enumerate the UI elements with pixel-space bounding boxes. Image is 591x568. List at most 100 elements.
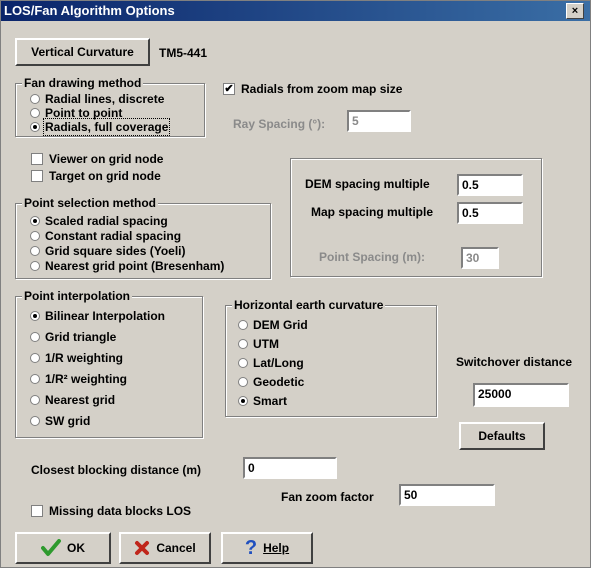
question-mark-icon: ? [244,537,258,559]
interp-radio-sw[interactable]: SW grid [30,414,90,428]
interp-option-label: Bilinear Interpolation [45,309,166,323]
radio-indicator [30,395,40,405]
point-radio-nearest[interactable]: Nearest grid point (Bresenham) [30,259,224,273]
hcurv-radio-latlong[interactable]: Lat/Long [238,356,304,370]
fan-zoom-label: Fan zoom factor [281,490,374,504]
interp-radio-grid-triangle[interactable]: Grid triangle [30,330,116,344]
vertical-curvature-label: Vertical Curvature [31,45,134,59]
point-selection-title: Point selection method [22,196,159,210]
missing-data-checkbox[interactable]: Missing data blocks LOS [31,504,191,518]
radio-indicator [30,416,40,426]
point-radio-scaled[interactable]: Scaled radial spacing [30,214,168,228]
radio-indicator [30,332,40,342]
hcurv-radio-utm[interactable]: UTM [238,337,279,351]
window-title: LOS/Fan Algorithm Options [4,3,175,18]
missing-data-label: Missing data blocks LOS [49,504,192,518]
radio-indicator [30,261,40,271]
horizontal-curvature-group: Horizontal earth curvature DEM Grid UTM … [225,298,437,417]
point-selection-group: Point selection method Scaled radial spa… [15,196,271,279]
hcurv-radio-geodetic[interactable]: Geodetic [238,375,304,389]
point-radio-constant[interactable]: Constant radial spacing [30,229,181,243]
checkbox-unchecked-icon [31,170,43,182]
switchover-input[interactable]: 25000 [473,383,569,407]
viewer-grid-label: Viewer on grid node [49,152,164,166]
cancel-label: Cancel [156,541,196,555]
fan-zoom-input[interactable]: 50 [399,484,495,506]
map-spacing-input[interactable]: 0.5 [457,202,523,224]
dem-spacing-input[interactable]: 0.5 [457,174,523,196]
point-option-label: Constant radial spacing [45,229,182,243]
cancel-button[interactable]: Cancel [119,532,211,564]
vertical-curvature-value: TM5-441 [159,46,208,60]
fan-radio-point-to-point[interactable]: Point to point [30,106,122,120]
radio-indicator [30,246,40,256]
point-radio-grid-sides[interactable]: Grid square sides (Yoeli) [30,244,185,258]
radio-indicator [30,353,40,363]
hcurv-option-label: Smart [253,394,288,408]
ok-label: OK [67,541,85,555]
hcurv-option-label: Geodetic [253,375,305,389]
checkbox-unchecked-icon [31,153,43,165]
fan-drawing-group: Fan drawing method Radial lines, discret… [15,76,205,137]
hcurv-radio-smart[interactable]: Smart [238,394,287,408]
radio-indicator [30,108,40,118]
point-spacing-label: Point Spacing (m): [319,250,425,264]
interp-radio-1r2[interactable]: 1/R² weighting [30,372,127,386]
ray-spacing-label: Ray Spacing (°): [233,117,326,131]
ok-button[interactable]: OK [15,532,111,564]
interp-option-label: Grid triangle [45,330,117,344]
radio-indicator [238,320,248,330]
interp-radio-bilinear[interactable]: Bilinear Interpolation [30,309,165,323]
radials-zoom-label: Radials from zoom map size [241,82,403,96]
help-button[interactable]: ? Help [221,532,313,564]
hcurv-option-label: UTM [253,337,279,351]
dialog-window: LOS/Fan Algorithm Options × Vertical Cur… [0,0,591,568]
fan-option-label: Radials, full coverage [42,118,171,136]
radio-indicator [238,358,248,368]
close-button[interactable]: × [566,3,584,19]
interp-option-label: SW grid [45,414,91,428]
switchover-label: Switchover distance [456,355,573,369]
point-option-label: Grid square sides (Yoeli) [45,244,186,258]
map-spacing-label: Map spacing multiple [311,205,434,219]
ray-spacing-input[interactable]: 5 [347,110,411,132]
horizontal-curvature-title: Horizontal earth curvature [232,298,386,312]
interp-radio-nearest[interactable]: Nearest grid [30,393,115,407]
interp-radio-1r[interactable]: 1/R weighting [30,351,123,365]
closest-blocking-input[interactable]: 0 [243,457,337,479]
radio-indicator-selected [238,396,248,406]
radials-zoom-checkbox[interactable]: ✔ Radials from zoom map size [223,82,402,96]
hcurv-radio-dem-grid[interactable]: DEM Grid [238,318,308,332]
checkbox-checked-icon: ✔ [223,83,235,95]
vertical-curvature-button[interactable]: Vertical Curvature [15,38,150,66]
fan-option-label: Radial lines, discrete [45,92,165,106]
target-grid-label: Target on grid node [49,169,161,183]
radio-indicator [238,339,248,349]
x-icon [135,541,150,555]
dem-spacing-label: DEM spacing multiple [305,177,430,191]
defaults-label: Defaults [478,429,526,443]
radio-indicator-selected [30,122,40,132]
interp-option-label: Nearest grid [45,393,116,407]
radio-indicator-selected [30,216,40,226]
radio-indicator [30,374,40,384]
interp-option-label: 1/R weighting [45,351,123,365]
closest-blocking-label: Closest blocking distance (m) [31,463,202,477]
spacing-group: DEM spacing multiple 0.5 Map spacing mul… [290,158,542,277]
check-icon [41,539,61,556]
help-label: Help [263,541,290,555]
viewer-grid-checkbox[interactable]: Viewer on grid node [31,152,163,166]
fan-option-label: Point to point [45,106,123,120]
hcurv-option-label: DEM Grid [253,318,308,332]
point-interpolation-title: Point interpolation [22,289,132,303]
radio-indicator [30,94,40,104]
defaults-button[interactable]: Defaults [459,422,545,450]
hcurv-option-label: Lat/Long [253,356,304,370]
fan-drawing-title: Fan drawing method [22,76,144,90]
fan-radio-radial-lines[interactable]: Radial lines, discrete [30,92,164,106]
fan-radio-full-coverage[interactable]: Radials, full coverage [30,118,171,136]
target-grid-checkbox[interactable]: Target on grid node [31,169,161,183]
interp-option-label: 1/R² weighting [45,372,127,386]
title-bar[interactable]: LOS/Fan Algorithm Options × [1,1,590,21]
point-spacing-input[interactable]: 30 [461,247,499,269]
